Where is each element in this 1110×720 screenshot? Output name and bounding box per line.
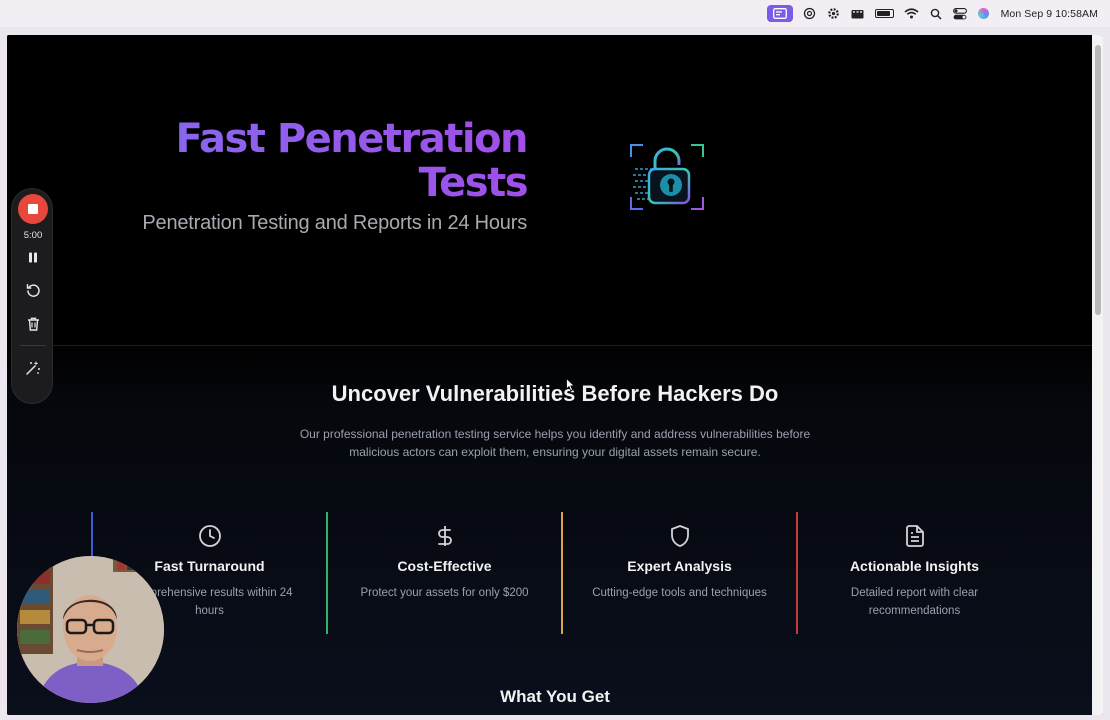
toolbar-divider — [20, 345, 46, 346]
siri-icon[interactable] — [977, 6, 991, 22]
gear-icon[interactable] — [827, 6, 841, 22]
menu-bar-clock[interactable]: Mon Sep 9 10:58AM — [1001, 8, 1098, 20]
feature-card: Expert Analysis Cutting-edge tools and t… — [561, 512, 796, 634]
clock-icon — [198, 525, 221, 547]
section-title: Uncover Vulnerabilities Before Hackers D… — [331, 381, 779, 406]
landing-page: Fast Penetration Tests Penetration Testi… — [7, 35, 1093, 715]
padlock-icon — [630, 144, 704, 210]
hero-subtitle: Penetration Testing and Reports in 24 Ho… — [142, 212, 527, 234]
stop-recording-button[interactable] — [18, 194, 48, 224]
presenter-video — [17, 556, 164, 703]
openai-icon[interactable] — [803, 6, 817, 22]
menu-bar: Mon Sep 9 10:58AM — [0, 0, 1110, 27]
what-you-get-heading: What You Get — [500, 687, 610, 706]
webcam-overlay[interactable] — [17, 556, 164, 703]
section-divider — [53, 345, 1093, 346]
status-items: Mon Sep 9 10:58AM — [766, 5, 1098, 22]
screen-recorder-status-icon[interactable] — [766, 5, 793, 22]
mouse-cursor-icon — [566, 378, 576, 392]
feature-card: Actionable Insights Detailed report with… — [796, 512, 1031, 634]
browser-window: Fast Penetration Tests Penetration Testi… — [7, 35, 1103, 715]
section-description: Our professional penetration testing ser… — [299, 427, 811, 459]
clapperboard-icon[interactable] — [851, 6, 865, 22]
wifi-icon[interactable] — [904, 6, 919, 22]
trash-icon[interactable] — [23, 314, 43, 334]
hero-title-line-2: Tests — [418, 160, 527, 206]
scrollbar-thumb[interactable] — [1095, 45, 1101, 315]
restart-icon[interactable] — [23, 280, 43, 300]
recording-timer: 5:00 — [23, 230, 43, 241]
feature-title: Cost-Effective — [397, 558, 492, 574]
feature-description: Detailed report with clear recommendatio… — [850, 587, 979, 617]
search-icon[interactable] — [929, 6, 943, 22]
hero-title-line-1: Fast Penetration — [175, 116, 527, 162]
feature-title: Actionable Insights — [849, 558, 980, 574]
features-grid: Fast Turnaround Comprehensive results wi… — [91, 512, 1031, 634]
hero-title: Fast Penetration Tests — [27, 117, 527, 205]
vertical-scrollbar[interactable] — [1092, 35, 1103, 715]
document-icon — [905, 525, 924, 547]
feature-card: Cost-Effective Protect your assets for o… — [326, 512, 561, 634]
feature-description: Cutting-edge tools and techniques — [592, 587, 767, 599]
dollar-icon — [437, 526, 452, 546]
battery-icon[interactable] — [874, 6, 894, 22]
feature-description: Protect your assets for only $200 — [360, 587, 529, 599]
shield-icon — [670, 525, 689, 547]
pause-button[interactable] — [23, 247, 43, 267]
recording-toolbar: 5:00 — [11, 188, 53, 404]
control-center-icon[interactable] — [952, 6, 967, 22]
feature-title: Expert Analysis — [627, 558, 732, 574]
effects-icon[interactable] — [23, 358, 43, 378]
